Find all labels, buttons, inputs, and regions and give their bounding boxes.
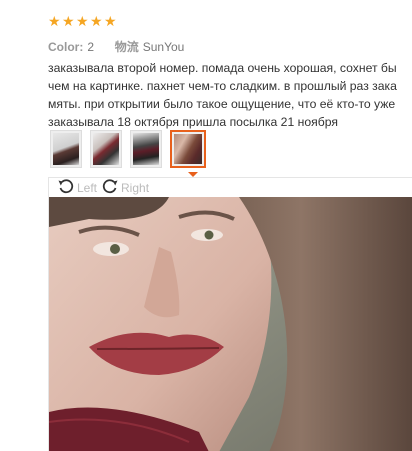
rotate-right-label: Right: [121, 180, 150, 195]
star-icon: ★: [104, 13, 117, 29]
rotate-right-icon: [101, 178, 119, 197]
review-line: заказывала 18 октября пришла посылка 21 …: [48, 115, 338, 129]
star-icon: ★: [76, 13, 89, 29]
star-icon: ★: [62, 13, 75, 29]
review-line: мяты. при открытии было такое ощущение, …: [48, 97, 396, 111]
rotate-right-button[interactable]: Right: [101, 178, 149, 197]
color-label: Color:: [48, 40, 84, 54]
star-icon: ★: [48, 13, 61, 29]
color-value: 2: [87, 40, 95, 54]
thumbnail-strip: [50, 130, 206, 168]
rotate-left-button[interactable]: Left: [57, 178, 97, 197]
thumbnail-lipstick-photo-3[interactable]: [130, 130, 162, 168]
selfie-photo: [49, 197, 412, 451]
logistics-value: SunYou: [142, 40, 185, 54]
rotate-left-icon: [57, 178, 75, 197]
rating-stars: ★ ★ ★ ★ ★: [48, 13, 117, 29]
star-icon: ★: [90, 13, 103, 29]
review-line: чем на картинке. пахнет чем-то сладким. …: [48, 79, 397, 93]
image-viewer: Left Right: [48, 177, 412, 451]
logistics-label: 物流: [114, 40, 139, 54]
thumbnail-selfie-photo[interactable]: [170, 130, 206, 168]
rotate-left-label: Left: [77, 180, 98, 195]
rotate-toolbar: Left Right: [49, 178, 412, 197]
thumbnail-lipstick-photo-1[interactable]: [50, 130, 82, 168]
review-text: заказывала второй номер. помада очень хо…: [48, 59, 412, 131]
thumbnail-lipstick-photo-2[interactable]: [90, 130, 122, 168]
review-meta: Color: 2 物流 SunYou: [48, 38, 184, 55]
review-line: заказывала второй номер. помада очень хо…: [48, 61, 397, 75]
